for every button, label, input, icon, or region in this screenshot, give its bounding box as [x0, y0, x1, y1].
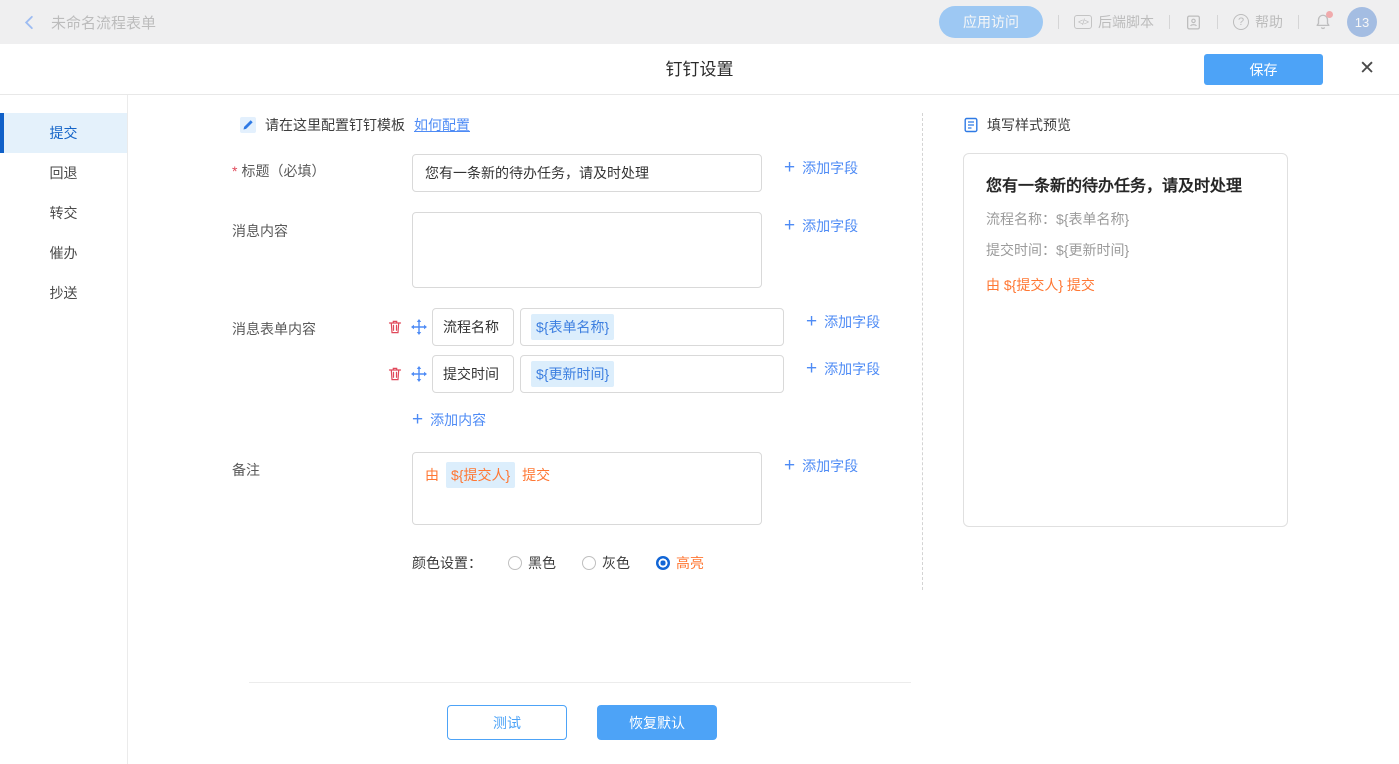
plus-icon: +: [806, 314, 817, 330]
message-content-label: 消息内容: [232, 221, 288, 241]
drag-move-icon[interactable]: [411, 366, 427, 382]
backend-script-button[interactable]: </> 后端脚本: [1074, 12, 1154, 32]
plus-icon: +: [784, 458, 795, 474]
sidebar-item-submit[interactable]: 提交: [0, 113, 127, 153]
document-icon: [963, 117, 979, 133]
sidebar-item-return[interactable]: 回退: [0, 153, 127, 193]
config-hint-text: 请在这里配置钉钉模板: [265, 115, 405, 135]
color-option-black[interactable]: 黑色: [508, 553, 556, 573]
add-field-link[interactable]: + 添加字段: [806, 312, 880, 332]
color-option-gray[interactable]: 灰色: [582, 553, 630, 573]
drag-move-icon[interactable]: [411, 319, 427, 335]
color-setting-label: 颜色设置：: [412, 553, 482, 573]
divider: [1298, 15, 1299, 29]
topbar: 未命名流程表单 应用访问 </> 后端脚本 ? 帮助: [0, 0, 1399, 44]
screen: 未命名流程表单 应用访问 </> 后端脚本 ? 帮助: [0, 0, 1399, 764]
help-icon: ?: [1233, 14, 1249, 30]
plus-icon: +: [806, 361, 817, 377]
dialog-body: 提交 回退 转交 催办 抄送 请在这里配置钉钉模板 如何配置 *标题（必填） +: [0, 95, 1399, 764]
row-value-input[interactable]: ${表单名称}: [520, 308, 784, 346]
dialog-title: 钉钉设置: [0, 44, 1399, 95]
preview-row-submit-time: 提交时间：${更新时间}: [986, 240, 1265, 260]
title-field-label: *标题（必填）: [232, 161, 325, 181]
close-icon[interactable]: ✕: [1359, 56, 1375, 82]
color-option-highlight[interactable]: 高亮: [656, 553, 704, 573]
how-to-configure-link[interactable]: 如何配置: [414, 115, 470, 135]
preview-footer: 由 ${提交人} 提交: [986, 275, 1265, 295]
color-setting-row: 颜色设置： 黑色 灰色 高亮: [412, 553, 704, 573]
notification-dot: [1326, 11, 1333, 18]
divider: [922, 113, 923, 590]
divider: [1169, 15, 1170, 29]
add-content-link[interactable]: + 添加内容: [412, 410, 486, 430]
contacts-icon[interactable]: [1185, 14, 1202, 31]
back-chevron-icon[interactable]: [22, 15, 37, 30]
message-form-content-label: 消息表单内容: [232, 319, 316, 339]
divider: [1058, 15, 1059, 29]
add-field-link[interactable]: + 添加字段: [806, 359, 880, 379]
notification-bell-icon[interactable]: [1314, 13, 1332, 31]
delete-row-icon[interactable]: [387, 319, 403, 335]
variable-chip: ${提交人}: [446, 462, 515, 488]
radio-checked-icon: [656, 556, 670, 570]
app-access-button[interactable]: 应用访问: [939, 6, 1043, 38]
sidebar-item-cc[interactable]: 抄送: [0, 273, 127, 313]
divider: [1217, 15, 1218, 29]
row-key-input[interactable]: [432, 308, 514, 346]
title-input[interactable]: [412, 154, 762, 192]
required-asterisk: *: [232, 163, 237, 179]
preview-heading: 填写样式预览: [963, 115, 1071, 135]
test-button[interactable]: 测试: [447, 705, 567, 740]
restore-default-button[interactable]: 恢复默认: [597, 705, 717, 740]
add-field-link[interactable]: + 添加字段: [784, 158, 858, 178]
workflow-title: 未命名流程表单: [51, 12, 156, 33]
remark-content: 由 ${提交人} 提交: [425, 462, 749, 488]
plus-icon: +: [412, 412, 423, 428]
code-icon: </>: [1074, 15, 1092, 29]
remark-textarea[interactable]: 由 ${提交人} 提交: [412, 452, 762, 525]
plus-icon: +: [784, 160, 795, 176]
save-button[interactable]: 保存: [1204, 54, 1323, 85]
preview-row-process-name: 流程名称：${表单名称}: [986, 209, 1265, 229]
remark-label: 备注: [232, 460, 260, 480]
sidebar-item-urge[interactable]: 催办: [0, 233, 127, 273]
sidebar-item-transfer[interactable]: 转交: [0, 193, 127, 233]
avatar[interactable]: 13: [1347, 7, 1377, 37]
dialog-header: 钉钉设置 保存 ✕: [0, 44, 1399, 95]
pencil-icon: [240, 117, 256, 133]
radio-icon: [582, 556, 596, 570]
variable-chip: ${表单名称}: [531, 314, 614, 340]
plus-icon: +: [784, 218, 795, 234]
add-field-link[interactable]: + 添加字段: [784, 456, 858, 476]
preview-title: 您有一条新的待办任务，请及时处理: [986, 172, 1265, 196]
preview-card: 您有一条新的待办任务，请及时处理 流程名称：${表单名称} 提交时间：${更新时…: [963, 153, 1288, 527]
message-content-textarea[interactable]: [412, 212, 762, 288]
variable-chip: ${更新时间}: [531, 361, 614, 387]
divider: [249, 682, 911, 683]
help-button[interactable]: ? 帮助: [1233, 12, 1283, 32]
dingtalk-template-form: 请在这里配置钉钉模板 如何配置 *标题（必填） + 添加字段 消息内容 + 添加…: [128, 95, 1399, 764]
radio-icon: [508, 556, 522, 570]
delete-row-icon[interactable]: [387, 366, 403, 382]
sidebar: 提交 回退 转交 催办 抄送: [0, 95, 128, 764]
row-key-input[interactable]: [432, 355, 514, 393]
add-field-link[interactable]: + 添加字段: [784, 216, 858, 236]
row-value-input[interactable]: ${更新时间}: [520, 355, 784, 393]
config-hint-row: 请在这里配置钉钉模板 如何配置: [240, 115, 470, 135]
